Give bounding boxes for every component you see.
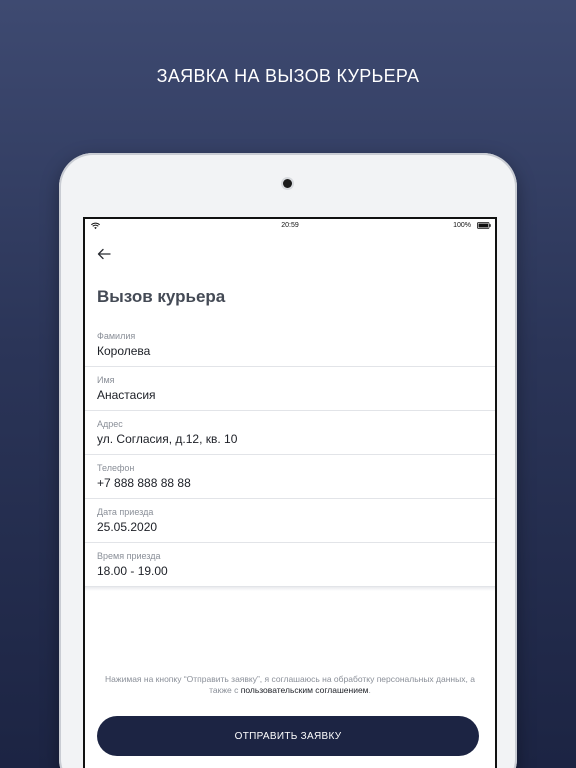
status-bar: 20:59 100% [85,219,495,233]
field-label: Время приезда [97,551,161,561]
field-label: Дата приезда [97,507,154,517]
arrival-date-input[interactable] [97,520,477,534]
first-name-input[interactable] [97,388,477,402]
phone-input[interactable] [97,476,477,490]
promo-title: ЗАЯВКА НА ВЫЗОВ КУРЬЕРА [156,66,420,86]
address-input[interactable] [97,432,477,446]
form-divider [85,587,495,591]
field-label: Телефон [97,463,135,473]
field-phone[interactable]: Телефон [85,455,495,499]
page-title: Вызов курьера [97,287,226,306]
field-label: Имя [97,375,115,385]
camera-dot [283,179,292,188]
consent-text: Нажимая на кнопку “Отправить заявку”, я … [105,674,475,696]
last-name-input[interactable] [97,344,477,358]
arrival-time-input[interactable] [97,564,477,578]
field-address[interactable]: Адрес [85,411,495,455]
courier-form: Фамилия Имя Адрес Телефон Дата приезда В… [85,323,495,591]
field-first-name[interactable]: Имя [85,367,495,411]
arrow-left-icon[interactable] [97,248,111,260]
field-arrival-date[interactable]: Дата приезда [85,499,495,543]
field-label: Фамилия [97,331,136,341]
tablet-frame: 20:59 100% Вызов курьера Фамилия Имя Адр… [59,153,517,768]
field-last-name[interactable]: Фамилия [85,323,495,367]
status-time: 20:59 [281,222,299,229]
user-agreement-link[interactable]: пользовательским соглашением [241,685,369,695]
consent-text-after: . [368,685,371,695]
submit-request-button[interactable]: ОТПРАВИТЬ ЗАЯВКУ [97,716,479,756]
field-label: Адрес [97,419,123,429]
app-screen: 20:59 100% Вызов курьера Фамилия Имя Адр… [83,217,497,768]
battery-icon [477,222,491,229]
battery-percent: 100% [453,222,471,229]
field-arrival-time[interactable]: Время приезда [85,543,495,587]
